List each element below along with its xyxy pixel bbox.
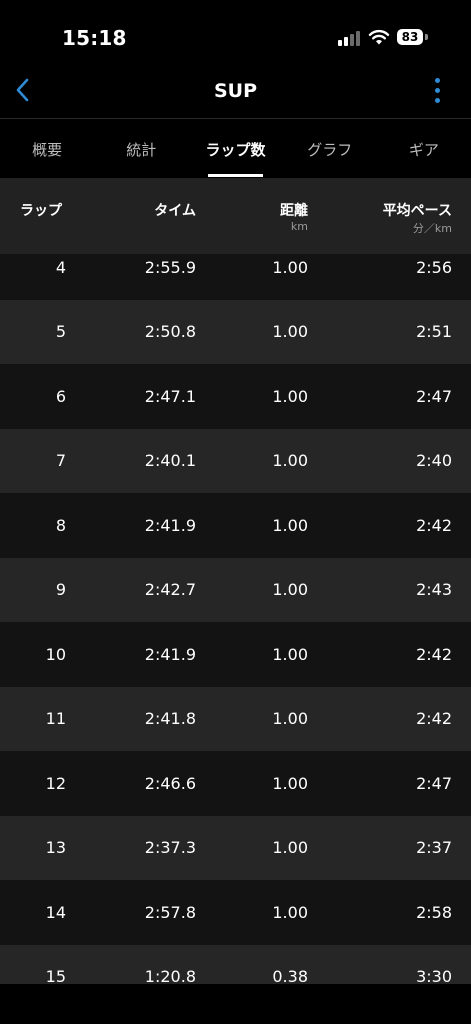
lap-time: 1:20.8 [144, 967, 196, 984]
table-row[interactable]: 14 2:57.8 1.00 2:58 [0, 880, 471, 945]
lap-number: 5 [55, 322, 66, 342]
lap-pace: 2:43 [416, 580, 452, 600]
lap-pace: 2:58 [416, 902, 452, 922]
lap-time: 2:41.9 [144, 644, 196, 664]
lap-number: 11 [45, 709, 66, 729]
lap-number: 15 [45, 967, 66, 984]
lap-pace: 2:42 [416, 644, 452, 664]
status-time: 15:18 [62, 26, 127, 50]
lap-number: 6 [55, 386, 66, 406]
cellular-signal-icon [338, 30, 362, 46]
table-row[interactable]: 11 2:41.8 1.00 2:42 [0, 686, 471, 751]
lap-time: 2:41.9 [144, 515, 196, 535]
lap-number: 7 [55, 451, 66, 471]
lap-pace: 2:51 [416, 322, 452, 342]
tab-laps[interactable]: ラップ数 [188, 119, 282, 177]
lap-distance: 1.00 [272, 580, 308, 600]
lap-distance: 1.00 [272, 709, 308, 729]
tab-stats[interactable]: 統計 [94, 119, 188, 177]
lap-time: 2:55.9 [144, 257, 196, 277]
lap-distance: 1.00 [272, 451, 308, 471]
table-row[interactable]: 4 2:55.9 1.00 2:56 [0, 254, 471, 300]
lap-time: 2:50.8 [144, 322, 196, 342]
lap-pace: 2:42 [416, 709, 452, 729]
lap-pace: 3:30 [416, 967, 452, 984]
battery-icon: 83 [397, 29, 423, 45]
header-distance-unit: km [290, 220, 308, 233]
lap-distance: 0.38 [272, 967, 308, 984]
lap-distance: 1.00 [272, 773, 308, 793]
lap-table[interactable]: 4 2:55.9 1.00 2:56 5 2:50.8 1.00 2:51 6 … [0, 254, 471, 984]
table-row[interactable]: 13 2:37.3 1.00 2:37 [0, 815, 471, 880]
tab-overview[interactable]: 概要 [0, 119, 94, 177]
header-time: タイム [154, 203, 196, 219]
lap-time: 2:37.3 [144, 838, 196, 858]
lap-number: 10 [45, 644, 66, 664]
wifi-icon [368, 29, 390, 45]
lap-number: 8 [55, 515, 66, 535]
lap-distance: 1.00 [272, 515, 308, 535]
lap-distance: 1.00 [272, 386, 308, 406]
lap-distance: 1.00 [272, 644, 308, 664]
table-header: ラップ タイム 距離 km 平均ペース 分／km [0, 178, 471, 254]
lap-time: 2:46.6 [144, 773, 196, 793]
more-vertical-icon[interactable] [432, 78, 444, 104]
lap-number: 13 [45, 838, 66, 858]
table-row[interactable]: 8 2:41.9 1.00 2:42 [0, 493, 471, 558]
table-row[interactable]: 9 2:42.7 1.00 2:43 [0, 557, 471, 622]
header-lap: ラップ [20, 203, 62, 219]
table-row[interactable]: 5 2:50.8 1.00 2:51 [0, 299, 471, 364]
lap-time: 2:40.1 [144, 451, 196, 471]
table-row[interactable]: 7 2:40.1 1.00 2:40 [0, 428, 471, 493]
lap-time: 2:47.1 [144, 386, 196, 406]
lap-time: 2:57.8 [144, 902, 196, 922]
lap-number: 4 [55, 257, 66, 277]
header-pace: 平均ペース [382, 203, 452, 219]
lap-pace: 2:47 [416, 773, 452, 793]
page-title: SUP [213, 80, 258, 102]
lap-number: 9 [55, 580, 66, 600]
table-row[interactable]: 10 2:41.9 1.00 2:42 [0, 622, 471, 687]
table-row[interactable]: 12 2:46.6 1.00 2:47 [0, 751, 471, 816]
lap-number: 12 [45, 773, 66, 793]
lap-distance: 1.00 [272, 838, 308, 858]
lap-distance: 1.00 [272, 322, 308, 342]
lap-pace: 2:40 [416, 451, 452, 471]
lap-pace: 2:42 [416, 515, 452, 535]
lap-pace: 2:37 [416, 838, 452, 858]
lap-time: 2:42.7 [144, 580, 196, 600]
header-distance: 距離 [280, 203, 308, 219]
status-bar: 15:18 83 [0, 0, 471, 62]
tab-gear[interactable]: ギア [377, 119, 471, 177]
lap-distance: 1.00 [272, 257, 308, 277]
lap-time: 2:41.8 [144, 709, 196, 729]
lap-pace: 2:56 [416, 257, 452, 277]
lap-pace: 2:47 [416, 386, 452, 406]
header-pace-unit: 分／km [412, 222, 452, 235]
navbar: SUP [0, 62, 471, 118]
lap-number: 14 [45, 902, 66, 922]
tab-bar: 概要 統計 ラップ数 グラフ ギア [0, 119, 471, 177]
table-row[interactable]: 15 1:20.8 0.38 3:30 [0, 944, 471, 984]
lap-distance: 1.00 [272, 902, 308, 922]
battery-tip [425, 34, 428, 40]
table-row[interactable]: 6 2:47.1 1.00 2:47 [0, 364, 471, 429]
tab-graph[interactable]: グラフ [283, 119, 377, 177]
